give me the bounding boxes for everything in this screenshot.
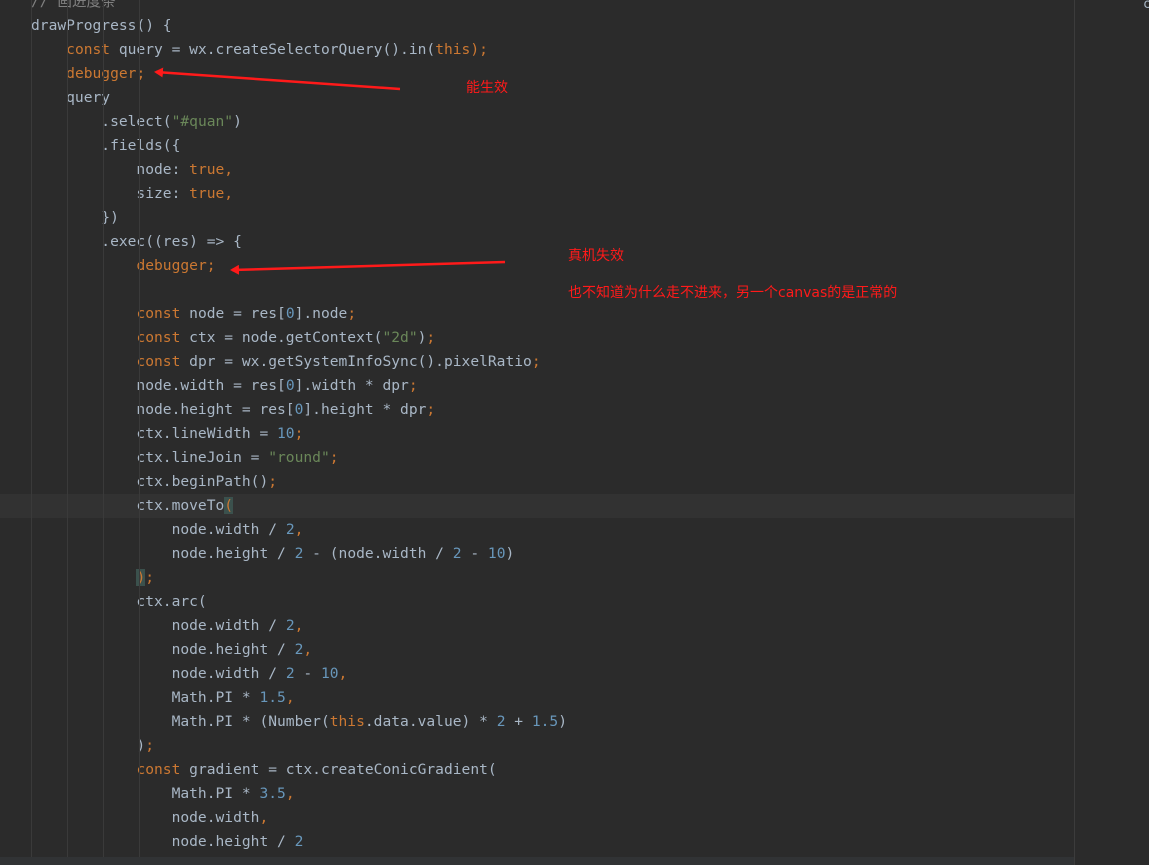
- arrow-to-first-debugger: [154, 67, 401, 91]
- annotation-arrows: [154, 67, 506, 275]
- annotation-fails-on-device: 真机失效: [568, 248, 624, 264]
- annotation-explanation: 也不知道为什么走不进来，另一个canvas的是正常的: [568, 285, 898, 301]
- arrow-to-second-debugger: [230, 260, 506, 275]
- annotation-works: 能生效: [466, 80, 508, 96]
